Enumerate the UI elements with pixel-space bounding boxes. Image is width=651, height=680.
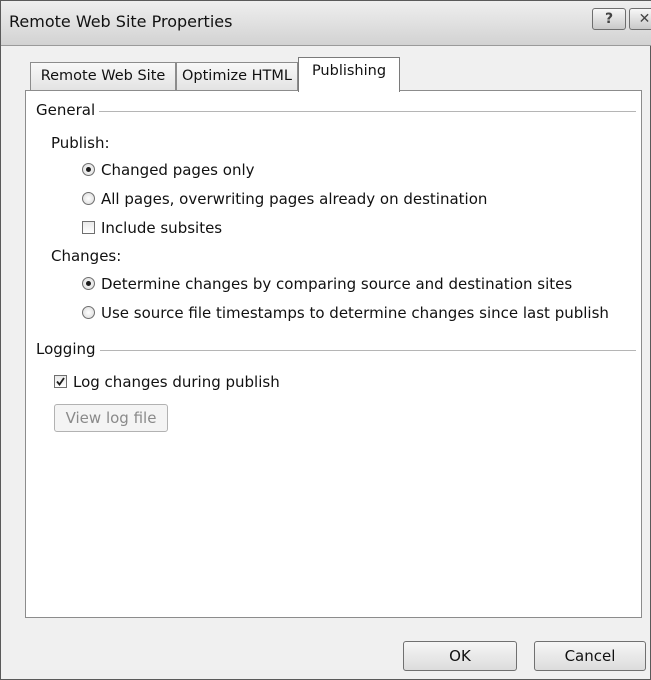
tab-publishing[interactable]: Publishing <box>298 57 400 92</box>
help-button[interactable]: ? <box>592 8 626 30</box>
radio-selected-dot <box>86 281 91 286</box>
changed-pages-only-label: Changed pages only <box>101 161 255 179</box>
cancel-button[interactable]: Cancel <box>534 641 646 671</box>
all-pages-label: All pages, overwriting pages already on … <box>101 190 488 208</box>
tab-optimize-html[interactable]: Optimize HTML <box>176 62 298 90</box>
tab-remote-web-site[interactable]: Remote Web Site <box>30 62 176 90</box>
include-subsites-label: Include subsites <box>101 219 223 237</box>
close-button[interactable]: ✕ <box>629 8 651 30</box>
log-changes-checkbox[interactable] <box>54 375 67 388</box>
general-heading: General <box>36 101 100 119</box>
logging-divider <box>36 350 636 351</box>
determine-by-comparing-label: Determine changes by comparing source an… <box>101 275 573 293</box>
use-timestamps-label: Use source file timestamps to determine … <box>101 304 609 322</box>
changed-pages-only-radio[interactable] <box>82 163 95 176</box>
tab-strip: Remote Web Site Optimize HTML Publishing <box>1 55 651 92</box>
logging-heading: Logging <box>36 340 100 358</box>
general-divider <box>36 111 636 112</box>
include-subsites-checkbox[interactable] <box>82 221 95 234</box>
use-timestamps-radio[interactable] <box>82 306 95 319</box>
properties-dialog: Remote Web Site Properties ? ✕ Remote We… <box>0 0 651 680</box>
ok-button[interactable]: OK <box>403 641 517 671</box>
all-pages-radio[interactable] <box>82 192 95 205</box>
window-title: Remote Web Site Properties <box>9 12 233 31</box>
close-icon: ✕ <box>638 11 651 27</box>
publish-label: Publish: <box>51 134 110 152</box>
checkmark-icon <box>56 377 65 386</box>
publishing-panel: General Publish: Changed pages only All … <box>25 90 642 618</box>
changes-label: Changes: <box>51 247 122 265</box>
logging-group: Logging <box>36 340 636 360</box>
radio-selected-dot <box>86 167 91 172</box>
title-bar: Remote Web Site Properties ? ✕ <box>1 1 651 46</box>
log-changes-label: Log changes during publish <box>73 373 280 391</box>
view-log-file-button[interactable]: View log file <box>54 404 168 432</box>
determine-by-comparing-radio[interactable] <box>82 277 95 290</box>
general-group: General <box>36 101 636 121</box>
